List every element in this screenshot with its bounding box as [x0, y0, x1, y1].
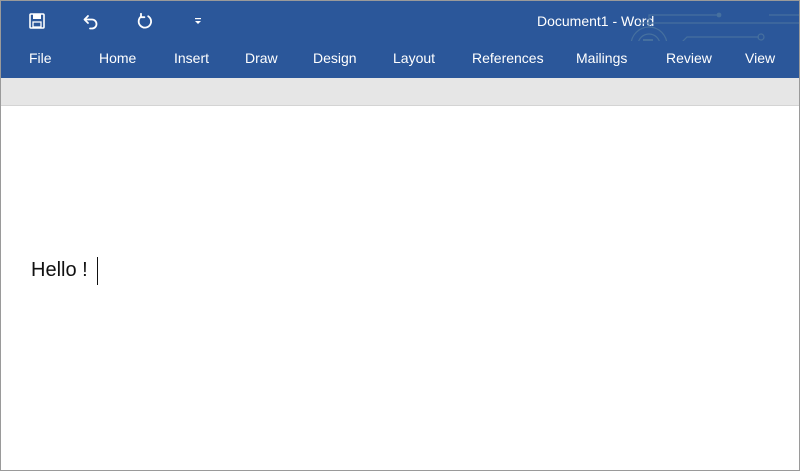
title-bar: Document1 - Word [1, 1, 799, 64]
ribbon-tabs: File Home Insert Draw Design Layout Refe… [1, 41, 799, 78]
redo-circular-arrow-icon [136, 12, 154, 30]
undo-button[interactable] [77, 7, 105, 35]
tab-view[interactable]: View [745, 50, 775, 66]
tab-insert[interactable]: Insert [174, 50, 209, 66]
customize-quick-access-button[interactable] [184, 7, 212, 35]
tab-mailings[interactable]: Mailings [576, 50, 627, 66]
word-window: Document1 - Word File Home Insert Draw D… [0, 0, 800, 471]
tab-references[interactable]: References [472, 50, 544, 66]
document-page[interactable]: Hello ! [1, 106, 799, 470]
customize-dropdown-icon [193, 16, 203, 26]
tab-design[interactable]: Design [313, 50, 357, 66]
floppy-disk-icon [29, 13, 45, 29]
tab-review[interactable]: Review [666, 50, 712, 66]
document-body-text[interactable]: Hello ! [31, 259, 88, 282]
tab-draw[interactable]: Draw [245, 50, 278, 66]
collapsed-ribbon [1, 78, 799, 106]
save-button[interactable] [23, 7, 51, 35]
undo-arrow-icon [82, 12, 100, 30]
tab-home[interactable]: Home [99, 50, 136, 66]
tab-layout[interactable]: Layout [393, 50, 435, 66]
text-cursor [97, 257, 98, 285]
redo-button[interactable] [131, 7, 159, 35]
tab-file[interactable]: File [29, 50, 52, 66]
